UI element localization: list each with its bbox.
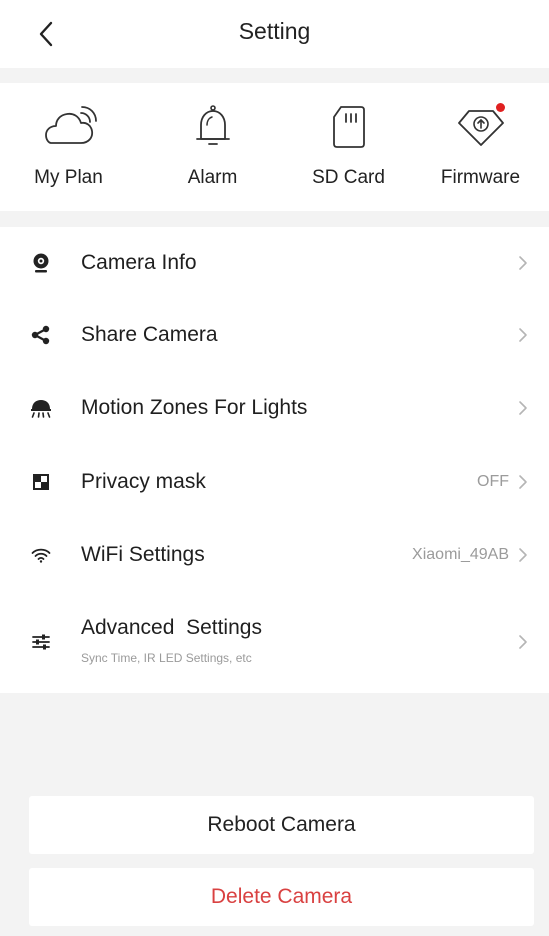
menu-item-share-camera[interactable]: Share Camera — [0, 299, 549, 371]
settings-menu: Camera Info Share Camera Motion Zones Fo… — [0, 227, 549, 693]
menu-item-label: Camera Info — [81, 251, 197, 274]
quick-action-sd-card[interactable]: SD Card — [280, 83, 417, 211]
menu-item-advanced-settings[interactable]: Advanced Settings Sync Time, IR LED Sett… — [0, 599, 549, 685]
page-title: Setting — [238, 18, 311, 44]
menu-item-label: Advanced Settings — [81, 616, 262, 639]
chevron-right-icon — [519, 635, 527, 649]
quick-action-alarm[interactable]: Alarm — [144, 83, 281, 211]
share-icon — [31, 325, 50, 345]
menu-item-label: WiFi Settings — [81, 543, 205, 566]
update-badge — [496, 103, 505, 112]
sliders-icon — [32, 634, 50, 650]
chevron-right-icon — [519, 256, 527, 270]
menu-item-wifi-settings[interactable]: WiFi Settings Xiaomi_49AB — [0, 519, 549, 591]
quick-action-label: SD Card — [312, 167, 385, 188]
chevron-right-icon — [519, 475, 527, 489]
header-bar: Setting — [0, 0, 549, 68]
privacy-mask-status: OFF — [477, 473, 509, 490]
quick-action-firmware[interactable]: Firmware — [412, 83, 549, 211]
quick-actions-row: My Plan Alarm SD Card Firmware — [0, 83, 549, 211]
reboot-camera-button[interactable]: Reboot Camera — [29, 796, 534, 854]
sd-card-icon — [332, 106, 365, 148]
menu-item-label: Motion Zones For Lights — [81, 396, 308, 419]
wifi-icon — [31, 548, 51, 563]
menu-item-label: Share Camera — [81, 323, 218, 346]
chevron-right-icon — [519, 328, 527, 342]
menu-item-camera-info[interactable]: Camera Info — [0, 227, 549, 299]
menu-item-label: Privacy mask — [81, 470, 206, 493]
quick-action-my-plan[interactable]: My Plan — [0, 83, 137, 211]
bell-icon — [195, 105, 230, 145]
privacy-mask-icon — [33, 474, 49, 490]
chevron-right-icon — [519, 401, 527, 415]
quick-action-label: Firmware — [440, 167, 521, 188]
menu-item-privacy-mask[interactable]: Privacy mask OFF — [0, 446, 549, 518]
menu-item-motion-zones[interactable]: Motion Zones For Lights — [0, 372, 549, 444]
delete-camera-button[interactable]: Delete Camera — [29, 868, 534, 926]
chevron-right-icon — [519, 548, 527, 562]
wifi-network-name: Xiaomi_49AB — [412, 546, 509, 563]
camera-icon — [33, 253, 49, 273]
lamp-icon — [31, 400, 51, 418]
quick-action-label: My Plan — [34, 167, 103, 188]
menu-item-subtitle: Sync Time, IR LED Settings, etc — [81, 651, 252, 665]
cloud-icon — [44, 106, 97, 144]
quick-action-label: Alarm — [187, 167, 238, 188]
